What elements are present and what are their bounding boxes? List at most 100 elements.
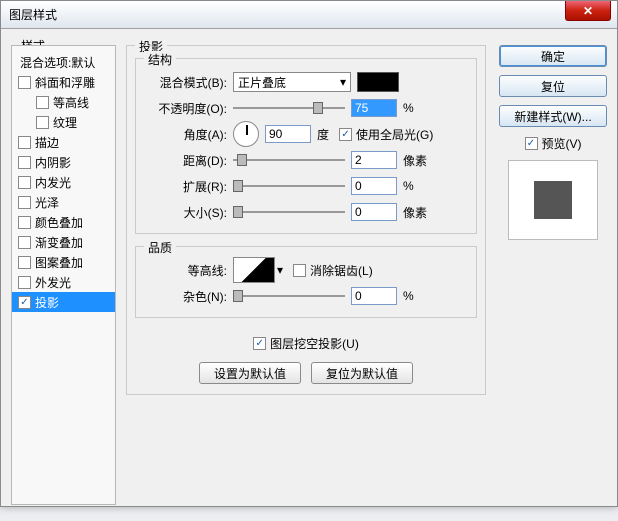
spread-row: 扩展(R): 0 %	[148, 173, 464, 199]
style-row-8[interactable]: 渐变叠加	[12, 232, 115, 252]
blend-mode-value: 正片叠底	[238, 74, 286, 91]
angle-dial[interactable]	[233, 121, 259, 147]
distance-input[interactable]: 2	[351, 151, 397, 169]
style-checkbox[interactable]	[36, 116, 49, 129]
structure-group: 结构 混合模式(B): 正片叠底 ▾ 不透明度(O): 75 %	[135, 58, 477, 234]
size-input[interactable]: 0	[351, 203, 397, 221]
set-default-button[interactable]: 设置为默认值	[199, 362, 301, 384]
panel-outer: 投影 结构 混合模式(B): 正片叠底 ▾ 不透明度(O):	[126, 45, 486, 395]
style-label: 渐变叠加	[35, 234, 83, 251]
style-label: 图案叠加	[35, 254, 83, 271]
preview-swatch	[534, 181, 572, 219]
angle-unit: 度	[317, 126, 329, 143]
restore-default-button[interactable]: 复位为默认值	[311, 362, 413, 384]
spread-unit: %	[403, 179, 414, 193]
antialias-label: 消除锯齿(L)	[310, 262, 373, 279]
style-checkbox[interactable]	[18, 76, 31, 89]
size-slider[interactable]	[233, 203, 345, 221]
style-checkbox[interactable]	[18, 236, 31, 249]
spread-label: 扩展(R):	[148, 178, 233, 195]
style-label: 投影	[35, 294, 59, 311]
style-checkbox[interactable]	[36, 96, 49, 109]
new-style-button[interactable]: 新建样式(W)...	[499, 105, 607, 127]
style-row-1[interactable]: 等高线	[12, 92, 115, 112]
style-row-4[interactable]: 内阴影	[12, 152, 115, 172]
spread-slider[interactable]	[233, 177, 345, 195]
style-checkbox[interactable]: ✓	[18, 296, 31, 309]
dialog-body: 样式 混合选项:默认 斜面和浮雕等高线纹理描边内阴影内发光光泽颜色叠加渐变叠加图…	[1, 29, 617, 506]
style-label: 纹理	[53, 114, 77, 131]
noise-row: 杂色(N): 0 %	[148, 283, 464, 309]
close-icon: ✕	[583, 4, 593, 18]
distance-unit: 像素	[403, 152, 427, 169]
size-row: 大小(S): 0 像素	[148, 199, 464, 225]
style-label: 等高线	[53, 94, 89, 111]
angle-input[interactable]: 90	[265, 125, 311, 143]
style-checkbox[interactable]	[18, 176, 31, 189]
angle-row: 角度(A): 90 度 ✓ 使用全局光(G)	[148, 121, 464, 147]
style-label: 光泽	[35, 194, 59, 211]
style-row-9[interactable]: 图案叠加	[12, 252, 115, 272]
style-checkbox[interactable]	[18, 136, 31, 149]
style-row-6[interactable]: 光泽	[12, 192, 115, 212]
noise-slider[interactable]	[233, 287, 345, 305]
titlebar: 图层样式 ✕	[1, 1, 617, 29]
style-checkbox[interactable]	[18, 256, 31, 269]
size-unit: 像素	[403, 204, 427, 221]
main-panel: 投影 结构 混合模式(B): 正片叠底 ▾ 不透明度(O):	[126, 45, 486, 521]
style-row-5[interactable]: 内发光	[12, 172, 115, 192]
color-swatch[interactable]	[357, 72, 399, 92]
style-label: 斜面和浮雕	[35, 74, 95, 91]
style-checkbox[interactable]	[18, 196, 31, 209]
style-checkbox[interactable]	[18, 216, 31, 229]
opacity-input[interactable]: 75	[351, 99, 397, 117]
window-title: 图层样式	[9, 6, 57, 23]
style-checkbox[interactable]	[18, 276, 31, 289]
contour-picker[interactable]	[233, 257, 275, 283]
global-light-checkbox[interactable]: ✓	[339, 128, 352, 141]
knockout-row: ✓ 图层挖空投影(U)	[135, 330, 477, 356]
knockout-checkbox[interactable]: ✓	[253, 337, 266, 350]
chevron-down-icon: ▾	[340, 75, 346, 89]
preview-row: ✓ 预览(V)	[499, 135, 607, 152]
opacity-row: 不透明度(O): 75 %	[148, 95, 464, 121]
style-row-11[interactable]: ✓ 投影	[12, 292, 115, 312]
close-button[interactable]: ✕	[565, 1, 611, 21]
style-row-10[interactable]: 外发光	[12, 272, 115, 292]
distance-slider[interactable]	[233, 151, 345, 169]
style-label: 内发光	[35, 174, 71, 191]
quality-group: 品质 等高线: ▾ 消除锯齿(L) 杂色(N): 0 %	[135, 246, 477, 318]
chevron-down-icon[interactable]: ▾	[277, 263, 283, 277]
styles-list: 混合选项:默认 斜面和浮雕等高线纹理描边内阴影内发光光泽颜色叠加渐变叠加图案叠加…	[12, 46, 115, 318]
knockout-label: 图层挖空投影(U)	[270, 335, 359, 352]
style-label: 外发光	[35, 274, 71, 291]
cancel-button[interactable]: 复位	[499, 75, 607, 97]
contour-row: 等高线: ▾ 消除锯齿(L)	[148, 257, 464, 283]
size-label: 大小(S):	[148, 204, 233, 221]
angle-label: 角度(A):	[148, 126, 233, 143]
noise-unit: %	[403, 289, 414, 303]
antialias-checkbox[interactable]	[293, 264, 306, 277]
distance-label: 距离(D):	[148, 152, 233, 169]
right-panel: 确定 复位 新建样式(W)... ✓ 预览(V)	[499, 45, 607, 240]
style-label: 描边	[35, 134, 59, 151]
noise-input[interactable]: 0	[351, 287, 397, 305]
blend-options-label: 混合选项:默认	[20, 54, 95, 71]
contour-label: 等高线:	[148, 262, 233, 279]
style-label: 颜色叠加	[35, 214, 83, 231]
style-checkbox[interactable]	[18, 156, 31, 169]
style-row-2[interactable]: 纹理	[12, 112, 115, 132]
style-row-7[interactable]: 颜色叠加	[12, 212, 115, 232]
style-row-0[interactable]: 斜面和浮雕	[12, 72, 115, 92]
spread-input[interactable]: 0	[351, 177, 397, 195]
default-buttons: 设置为默认值 复位为默认值	[135, 362, 477, 384]
structure-title: 结构	[144, 51, 176, 68]
ok-button[interactable]: 确定	[499, 45, 607, 67]
style-label: 内阴影	[35, 154, 71, 171]
style-row-3[interactable]: 描边	[12, 132, 115, 152]
blend-mode-dropdown[interactable]: 正片叠底 ▾	[233, 72, 351, 92]
preview-checkbox[interactable]: ✓	[525, 137, 538, 150]
opacity-unit: %	[403, 101, 414, 115]
blend-options-row[interactable]: 混合选项:默认	[12, 52, 115, 72]
opacity-slider[interactable]	[233, 99, 345, 117]
